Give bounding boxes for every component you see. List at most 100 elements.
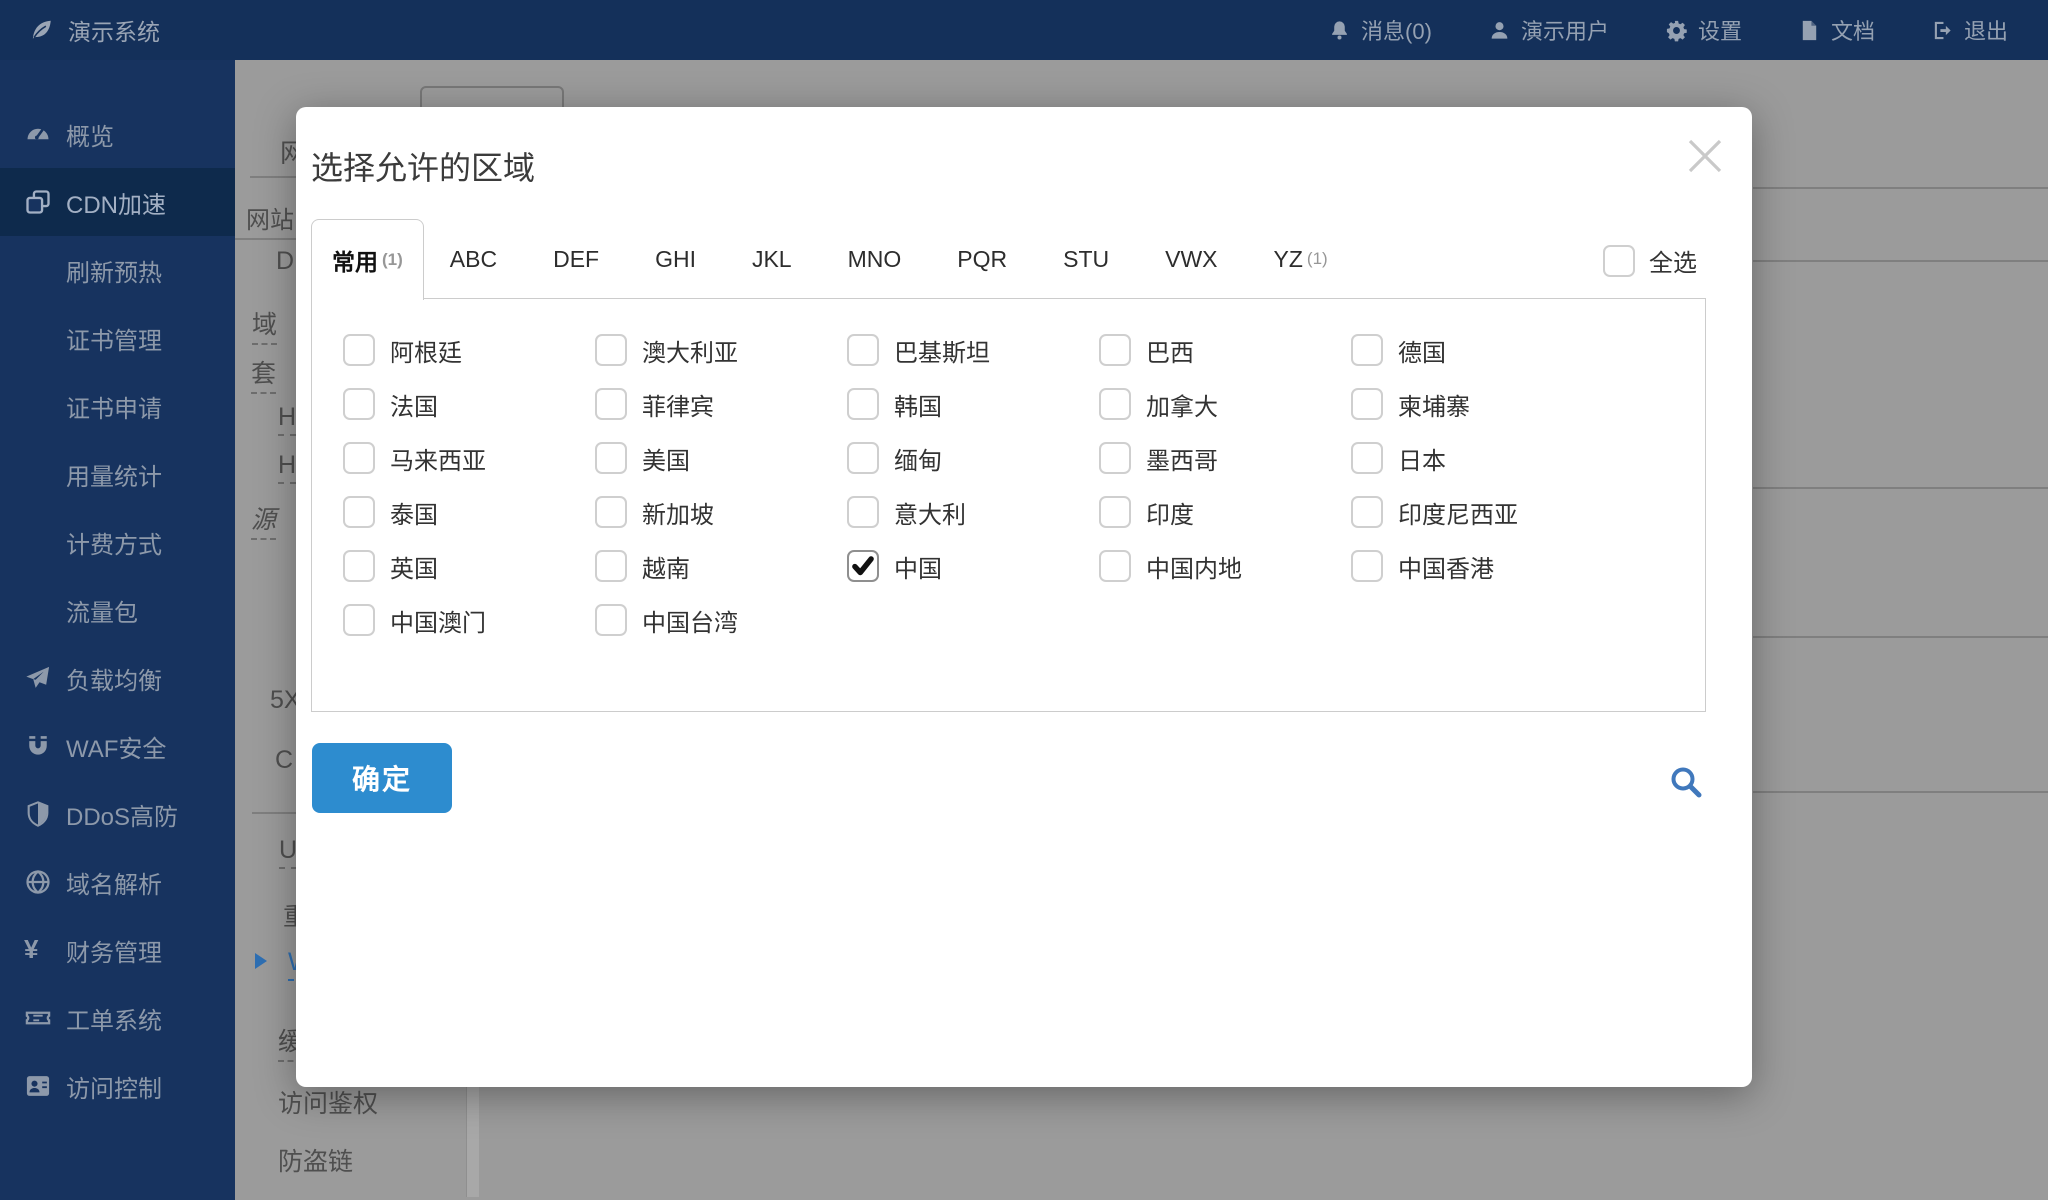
background-text-fragment: 域 [252,305,278,345]
region-option: 印度 [1099,485,1351,539]
region-checkbox[interactable] [343,334,375,366]
select-all-checkbox[interactable] [1603,244,1635,277]
region-checkbox[interactable] [1351,442,1383,474]
region-checkbox[interactable] [343,442,375,474]
sidebar-item[interactable]: 访问控制 [0,1052,235,1120]
region-group-tab[interactable]: GHI [629,219,726,299]
sidebar-item[interactable]: 工单系统 [0,984,235,1052]
background-divider [1753,260,2048,262]
gauge-icon [24,120,52,148]
background-scrollbar[interactable] [466,1087,479,1197]
navbar-item[interactable]: 退出 [1931,14,2008,46]
background-divider [1753,187,2048,189]
navbar-item[interactable]: 消息(0) [1328,14,1432,46]
region-checkbox[interactable] [1099,388,1131,420]
navbar-item[interactable]: 设置 [1665,14,1742,46]
regions-panel: 阿根廷 澳大利亚 巴基斯坦 巴西 德国 法国 菲律宾 韩国 加拿大 柬埔寨 马来… [311,298,1706,712]
sidebar-item[interactable]: 域名解析 [0,848,235,916]
region-option: 德国 [1351,323,1603,377]
region-option: 阿根廷 [343,323,595,377]
background-text-fragment: 源 [251,500,277,540]
region-checkbox[interactable] [847,388,879,420]
leaf-icon [28,17,54,43]
sidebar-item[interactable]: 用量统计 [0,440,235,508]
region-checkbox[interactable] [343,604,375,636]
region-label: 中国澳门 [390,609,486,637]
region-checkbox[interactable] [847,334,879,366]
region-checkbox[interactable] [1099,442,1131,474]
region-group-tab[interactable]: DEF [527,219,629,299]
sidebar-item-label: 证书管理 [66,327,162,355]
sidebar-item-label: 域名解析 [66,871,162,899]
navbar-item-label: 演示用户 [1520,19,1609,44]
background-text-fragment: H [278,451,297,484]
region-checkbox[interactable] [1351,334,1383,366]
sidebar-item[interactable]: 负载均衡 [0,644,235,712]
region-option: 日本 [1351,431,1603,485]
region-checkbox[interactable] [1351,496,1383,528]
region-group-tab[interactable]: YZ (1) [1248,219,1354,299]
sidebar-item[interactable]: 流量包 [0,576,235,644]
region-group-tab[interactable]: STU [1037,219,1139,299]
region-checkbox[interactable] [595,496,627,528]
region-label: 加拿大 [1146,393,1218,421]
region-checkbox[interactable] [847,442,879,474]
sidebar-item[interactable]: WAF安全 [0,712,235,780]
region-group-tab[interactable]: ABC [424,219,527,299]
region-checkbox[interactable] [1351,550,1383,582]
region-label: 韩国 [894,393,942,421]
sidebar-item[interactable]: 证书申请 [0,372,235,440]
region-label: 中国香港 [1398,555,1494,583]
region-checkbox[interactable] [1351,388,1383,420]
region-label: 法国 [390,393,438,421]
sidebar-item[interactable]: 计费方式 [0,508,235,576]
background-text-fragment: 防盗链 [278,1148,354,1176]
region-group-tab[interactable]: 常用 (1) [311,219,424,300]
region-checkbox[interactable] [595,442,627,474]
background-text-fragment: H [278,403,297,436]
region-option: 中国香港 [1351,539,1603,593]
region-group-tab[interactable]: PQR [931,219,1037,299]
background-divider [1753,636,2048,638]
navbar-item[interactable]: 文档 [1798,14,1875,46]
region-checkbox[interactable] [1099,496,1131,528]
sidebar-item[interactable]: CDN加速 [0,168,235,236]
sidebar-item-label: 证书申请 [66,395,162,423]
background-divider [1753,487,2048,489]
sidebar-item[interactable]: ¥ 财务管理 [0,916,235,984]
sidebar-item[interactable]: 证书管理 [0,304,235,372]
region-checkbox[interactable] [343,388,375,420]
background-text-fragment: 套 [251,354,277,394]
navbar-item[interactable]: 演示用户 [1488,14,1609,46]
region-option: 马来西亚 [343,431,595,485]
confirm-button[interactable]: 确定 [312,743,452,813]
region-label: 意大利 [894,501,966,529]
region-option: 墨西哥 [1099,431,1351,485]
region-checkbox[interactable] [847,496,879,528]
region-checkbox[interactable] [847,550,879,582]
close-icon[interactable] [1682,133,1728,179]
region-group-tab[interactable]: JKL [726,219,822,299]
region-label: 阿根廷 [390,339,462,367]
region-checkbox[interactable] [595,550,627,582]
region-checkbox[interactable] [1099,550,1131,582]
sidebar-item[interactable]: 刷新预热 [0,236,235,304]
sidebar-item[interactable]: 概览 [0,100,235,168]
tab-label: GHI [655,245,696,272]
region-option: 中国内地 [1099,539,1351,593]
region-checkbox[interactable] [595,388,627,420]
region-checkbox[interactable] [595,334,627,366]
region-checkbox[interactable] [343,550,375,582]
region-group-tab[interactable]: VWX [1139,219,1247,299]
region-option: 韩国 [847,377,1099,431]
tab-count: (1) [1306,249,1328,268]
select-regions-dialog: 选择允许的区域 常用 (1) ABC DEF GHI JKL MNO PQR S… [296,107,1752,1087]
region-checkbox[interactable] [1099,334,1131,366]
region-group-tab[interactable]: MNO [822,219,932,299]
search-icon[interactable] [1668,764,1704,800]
region-checkbox[interactable] [343,496,375,528]
region-label: 美国 [642,447,690,475]
region-option: 中国台湾 [595,593,847,647]
region-checkbox[interactable] [595,604,627,636]
sidebar-item[interactable]: DDoS高防 [0,780,235,848]
